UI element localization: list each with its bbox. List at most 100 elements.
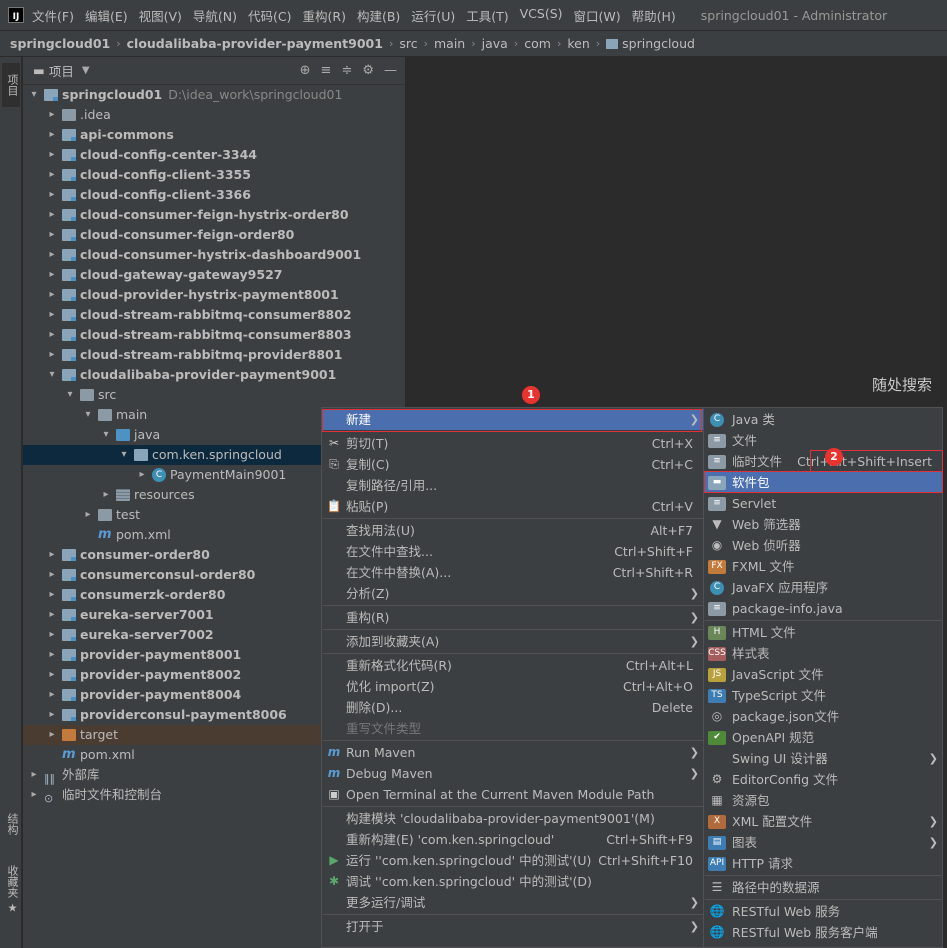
new-submenu-item[interactable]: ▤ 图表 ❯ [704, 832, 942, 853]
new-submenu-item[interactable]: ▦ 资源包 [704, 790, 942, 811]
menu-item[interactable]: 帮助(H) [632, 6, 676, 25]
chevron-right-icon[interactable]: ▸ [45, 585, 59, 605]
new-submenu-item[interactable]: JS JavaScript 文件 [704, 664, 942, 685]
breadcrumb-item[interactable]: ken [567, 36, 589, 51]
chevron-right-icon[interactable]: ▸ [45, 225, 59, 245]
chevron-right-icon[interactable]: ▸ [45, 545, 59, 565]
chevron-right-icon[interactable]: ▸ [45, 645, 59, 665]
tree-node[interactable]: ▸ cloud-provider-hystrix-payment8001 [23, 285, 405, 305]
new-submenu-item[interactable]: C JavaFX 应用程序 [704, 577, 942, 598]
chevron-down-icon[interactable]: ▼ [82, 65, 90, 76]
context-menu-item[interactable]: 分析(Z) ❯ [322, 583, 703, 604]
menu-item[interactable]: 窗口(W) [574, 6, 621, 25]
chevron-right-icon[interactable]: ▸ [27, 785, 41, 805]
context-menu-item[interactable]: 构建模块 'cloudalibaba-provider-payment9001'… [322, 808, 703, 829]
project-panel-title[interactable]: 项目 [49, 61, 74, 80]
context-menu-item[interactable]: ▶ 运行 ''com.ken.springcloud' 中的测试'(U) Ctrl+… [322, 850, 703, 871]
chevron-right-icon[interactable]: ▸ [99, 485, 113, 505]
breadcrumb-item[interactable]: java [482, 36, 508, 51]
chevron-right-icon[interactable]: ▸ [45, 625, 59, 645]
chevron-down-icon[interactable]: ▾ [45, 365, 59, 385]
chevron-down-icon[interactable]: ▾ [81, 405, 95, 425]
chevron-right-icon[interactable]: ▸ [45, 265, 59, 285]
chevron-right-icon[interactable]: ▸ [45, 565, 59, 585]
tree-node[interactable]: ▸ cloud-stream-rabbitmq-consumer8802 [23, 305, 405, 325]
new-submenu-item[interactable]: ≡ 文件 [704, 430, 942, 451]
chevron-down-icon[interactable]: ▾ [27, 85, 41, 105]
menu-item[interactable]: 视图(V) [139, 6, 182, 25]
chevron-right-icon[interactable]: ▸ [45, 305, 59, 325]
tree-node[interactable]: ▾ springcloud01 D:\idea_work\springcloud01 [23, 85, 405, 105]
context-menu-item[interactable]: 添加到收藏夹(A) ❯ [322, 631, 703, 652]
chevron-right-icon[interactable]: ▸ [45, 145, 59, 165]
new-submenu-item[interactable]: ▬ 软件包 [704, 472, 942, 493]
context-menu-item[interactable]: 重新格式化代码(R) Ctrl+Alt+L [322, 655, 703, 676]
chevron-right-icon[interactable]: ▸ [45, 205, 59, 225]
chevron-down-icon[interactable]: ▾ [99, 425, 113, 445]
menu-item[interactable]: 运行(U) [411, 6, 455, 25]
menu-item[interactable]: 编辑(E) [85, 6, 128, 25]
tool-tab-favorites[interactable]: 收藏夹 ★ [2, 862, 20, 918]
tree-node[interactable]: ▸ cloud-consumer-hystrix-dashboard9001 [23, 245, 405, 265]
tree-node[interactable]: ▸ cloud-gateway-gateway9527 [23, 265, 405, 285]
chevron-down-icon[interactable]: ▾ [63, 385, 77, 405]
tree-node[interactable]: ▾ src [23, 385, 405, 405]
tree-node[interactable]: ▸ cloud-config-client-3366 [23, 185, 405, 205]
chevron-right-icon[interactable]: ▸ [45, 685, 59, 705]
tree-node[interactable]: ▸ .idea [23, 105, 405, 125]
context-menu-item[interactable]: 在文件中查找... Ctrl+Shift+F [322, 541, 703, 562]
chevron-down-icon[interactable]: ▾ [117, 445, 131, 465]
tree-node[interactable]: ▸ cloud-config-client-3355 [23, 165, 405, 185]
breadcrumb-item[interactable]: cloudalibaba-provider-payment9001 [127, 36, 383, 51]
expand-all-icon[interactable]: ≡ [321, 63, 332, 78]
new-submenu-item[interactable]: ◉ Web 侦听器 [704, 535, 942, 556]
context-menu-item[interactable]: 删除(D)... Delete [322, 697, 703, 718]
menu-item[interactable]: 代码(C) [248, 6, 291, 25]
chevron-right-icon[interactable]: ▸ [45, 165, 59, 185]
chevron-right-icon[interactable]: ▸ [45, 105, 59, 125]
context-menu-item[interactable]: 📋 粘贴(P) Ctrl+V [322, 496, 703, 517]
tree-node[interactable]: ▸ cloud-consumer-feign-hystrix-order80 [23, 205, 405, 225]
chevron-right-icon[interactable]: ▸ [135, 465, 149, 485]
context-menu-item[interactable]: ⎘ 复制(C) Ctrl+C [322, 454, 703, 475]
chevron-right-icon[interactable]: ▸ [45, 285, 59, 305]
chevron-right-icon[interactable]: ▸ [45, 125, 59, 145]
context-menu-item[interactable]: 在文件中替换(A)... Ctrl+Shift+R [322, 562, 703, 583]
tree-node[interactable]: ▸ cloud-stream-rabbitmq-consumer8803 [23, 325, 405, 345]
chevron-right-icon[interactable]: ▸ [45, 725, 59, 745]
gear-icon[interactable]: ⚙ [362, 63, 374, 78]
context-menu-item[interactable]: 重构(R) ❯ [322, 607, 703, 628]
context-menu-item[interactable]: 更多运行/调试 ❯ [322, 892, 703, 913]
breadcrumb-item[interactable]: src [399, 36, 417, 51]
chevron-right-icon[interactable]: ▸ [45, 345, 59, 365]
context-menu-item[interactable]: m Run Maven ❯ [322, 742, 703, 763]
context-menu-item[interactable]: ▣ Open Terminal at the Current Maven Modu… [322, 784, 703, 805]
new-submenu-item[interactable]: C Java 类 [704, 409, 942, 430]
new-submenu-item[interactable]: ☰ 路径中的数据源 [704, 877, 942, 898]
new-submenu-item[interactable]: ≡ Servlet [704, 493, 942, 514]
new-submenu-item[interactable]: CSS 样式表 [704, 643, 942, 664]
menu-item[interactable]: 工具(T) [466, 6, 508, 25]
tool-tab-project[interactable]: 项目 [2, 63, 20, 107]
new-submenu-item[interactable]: H HTML 文件 [704, 622, 942, 643]
tree-node[interactable]: ▸ cloud-stream-rabbitmq-provider8801 [23, 345, 405, 365]
new-submenu-item[interactable]: 🌐 RESTful Web 服务 [704, 901, 942, 922]
tree-node[interactable]: ▸ api-commons [23, 125, 405, 145]
menu-item[interactable]: 文件(F) [32, 6, 74, 25]
collapse-all-icon[interactable]: ≑ [341, 63, 352, 78]
chevron-right-icon[interactable]: ▸ [45, 705, 59, 725]
breadcrumb-item[interactable]: springcloud01 [10, 36, 110, 51]
tree-node[interactable]: ▸ cloud-config-center-3344 [23, 145, 405, 165]
chevron-right-icon[interactable]: ▸ [81, 505, 95, 525]
context-menu-item[interactable]: ✱ 调试 ''com.ken.springcloud' 中的测试'(D) [322, 871, 703, 892]
context-menu-item[interactable]: 打开于 ❯ [322, 916, 703, 937]
new-submenu-item[interactable]: ⚙ EditorConfig 文件 [704, 769, 942, 790]
new-submenu-item[interactable]: API HTTP 请求 [704, 853, 942, 874]
tree-node[interactable]: ▸ cloud-consumer-feign-order80 [23, 225, 405, 245]
context-menu-item[interactable]: 查找用法(U) Alt+F7 [322, 520, 703, 541]
menu-item[interactable]: 重构(R) [303, 6, 346, 25]
new-submenu-item[interactable]: ≡ 临时文件 Ctrl+Alt+Shift+Insert [704, 451, 942, 472]
context-menu-item[interactable]: 重新构建(E) 'com.ken.springcloud' Ctrl+Shift+… [322, 829, 703, 850]
new-submenu-item[interactable]: TS TypeScript 文件 [704, 685, 942, 706]
new-submenu-item[interactable]: Swing UI 设计器 ❯ [704, 748, 942, 769]
